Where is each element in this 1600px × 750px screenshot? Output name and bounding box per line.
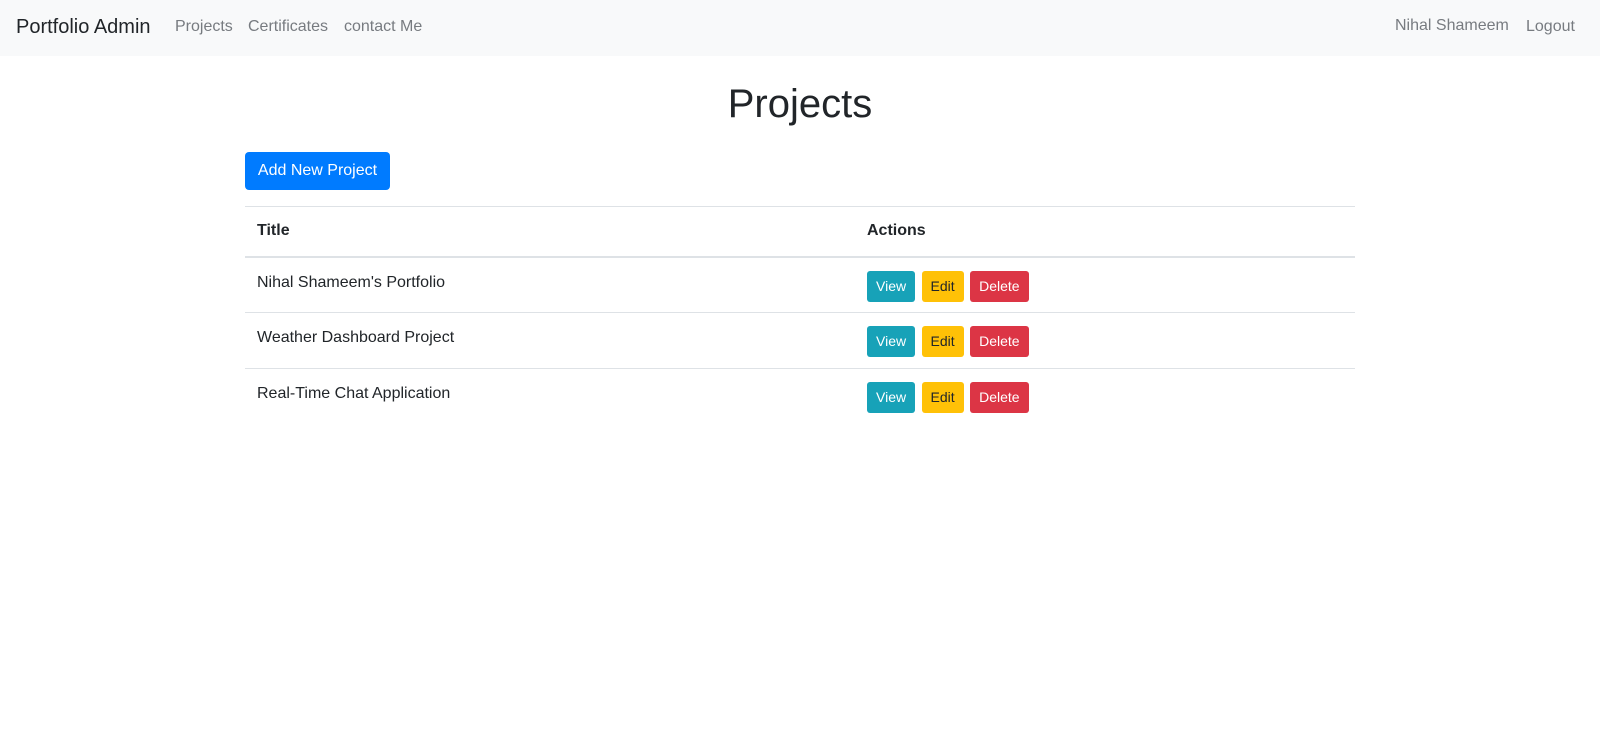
- nav-link-projects[interactable]: Projects: [175, 16, 233, 38]
- edit-button[interactable]: Edit: [921, 326, 964, 357]
- view-button[interactable]: View: [867, 270, 916, 302]
- delete-button[interactable]: Delete: [970, 382, 1029, 413]
- delete-button[interactable]: Delete: [970, 270, 1029, 302]
- projects-table-container: Title Actions Nihal Shameem's Portfolio …: [245, 206, 1355, 425]
- table-row: Real-Time Chat Application View Edit Del…: [245, 368, 1355, 425]
- column-header-actions: Actions: [855, 206, 1355, 258]
- actions-cell: View Edit Delete: [855, 312, 1355, 369]
- edit-button[interactable]: Edit: [921, 270, 964, 302]
- table-row: Weather Dashboard Project View Edit Dele…: [245, 312, 1355, 369]
- brand-link[interactable]: Portfolio Admin: [16, 14, 151, 40]
- nav-user-name[interactable]: Nihal Shameem: [1395, 15, 1509, 37]
- nav-link-contact[interactable]: contact Me: [344, 16, 422, 38]
- project-title-cell: Real-Time Chat Application: [245, 368, 855, 425]
- delete-button[interactable]: Delete: [970, 326, 1029, 357]
- view-button[interactable]: View: [867, 326, 916, 357]
- table-body: Nihal Shameem's Portfolio View Edit Dele…: [245, 256, 1355, 425]
- project-title-cell: Weather Dashboard Project: [245, 312, 855, 369]
- view-button[interactable]: View: [867, 382, 916, 413]
- page-title: Projects: [727, 82, 873, 126]
- actions-cell: View Edit Delete: [855, 256, 1355, 313]
- table-header-row: Title Actions: [245, 206, 1355, 258]
- add-new-project-button[interactable]: Add New Project: [245, 152, 390, 190]
- navbar: Portfolio Admin Projects Certificates co…: [0, 0, 1600, 56]
- edit-button[interactable]: Edit: [921, 382, 964, 413]
- table-row: Nihal Shameem's Portfolio View Edit Dele…: [245, 256, 1355, 313]
- logout-link[interactable]: Logout: [1526, 16, 1575, 38]
- table-header: Title Actions: [245, 206, 1355, 258]
- project-title-cell: Nihal Shameem's Portfolio: [245, 256, 855, 313]
- actions-cell: View Edit Delete: [855, 368, 1355, 425]
- column-header-title: Title: [245, 206, 855, 258]
- projects-table: Title Actions Nihal Shameem's Portfolio …: [245, 206, 1355, 425]
- nav-link-certificates[interactable]: Certificates: [248, 16, 328, 38]
